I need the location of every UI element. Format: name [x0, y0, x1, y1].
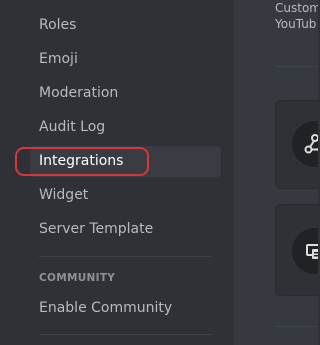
sidebar-item-audit-log[interactable]: Audit Log [30, 112, 221, 143]
sidebar-item-moderation[interactable]: Moderation [30, 78, 221, 109]
sidebar-item-server-template[interactable]: Server Template [30, 214, 221, 245]
sidebar-item-label: Moderation [39, 85, 119, 101]
sidebar-item-enable-community[interactable]: Enable Community [30, 293, 221, 324]
sidebar-item-label: Audit Log [39, 119, 106, 135]
highlight-outline [15, 147, 149, 176]
server-icon-glyph [306, 244, 318, 259]
settings-sidebar: Roles Emoji Moderation Audit Log Integra… [0, 0, 234, 345]
server-icon [292, 228, 318, 274]
webhook-icon-glyph [304, 134, 318, 154]
description-text: Custom YouTub [275, 0, 318, 32]
sidebar-item-label: Server Template [39, 221, 154, 237]
sidebar-item-roles[interactable]: Roles [30, 10, 221, 41]
webhook-icon [292, 121, 318, 167]
sidebar-item-widget[interactable]: Widget [30, 180, 221, 211]
sidebar-divider [39, 256, 212, 257]
sidebar-item-label: Widget [39, 187, 89, 203]
section-header-community: COMMUNITY [39, 272, 116, 284]
sidebar-item-label: Roles [39, 17, 77, 33]
sidebar-item-emoji[interactable]: Emoji [30, 44, 221, 75]
description-line: Custom [275, 1, 318, 15]
webhooks-card[interactable] [275, 100, 318, 189]
sidebar-item-label: Emoji [39, 51, 78, 67]
content-divider [275, 326, 318, 327]
content-divider [275, 66, 318, 67]
channels-following-card[interactable] [275, 204, 318, 296]
content-pane: Custom YouTub [234, 0, 318, 345]
sidebar-item-label: Enable Community [39, 300, 173, 316]
description-line: YouTub [275, 17, 317, 31]
sidebar-divider [39, 334, 212, 335]
